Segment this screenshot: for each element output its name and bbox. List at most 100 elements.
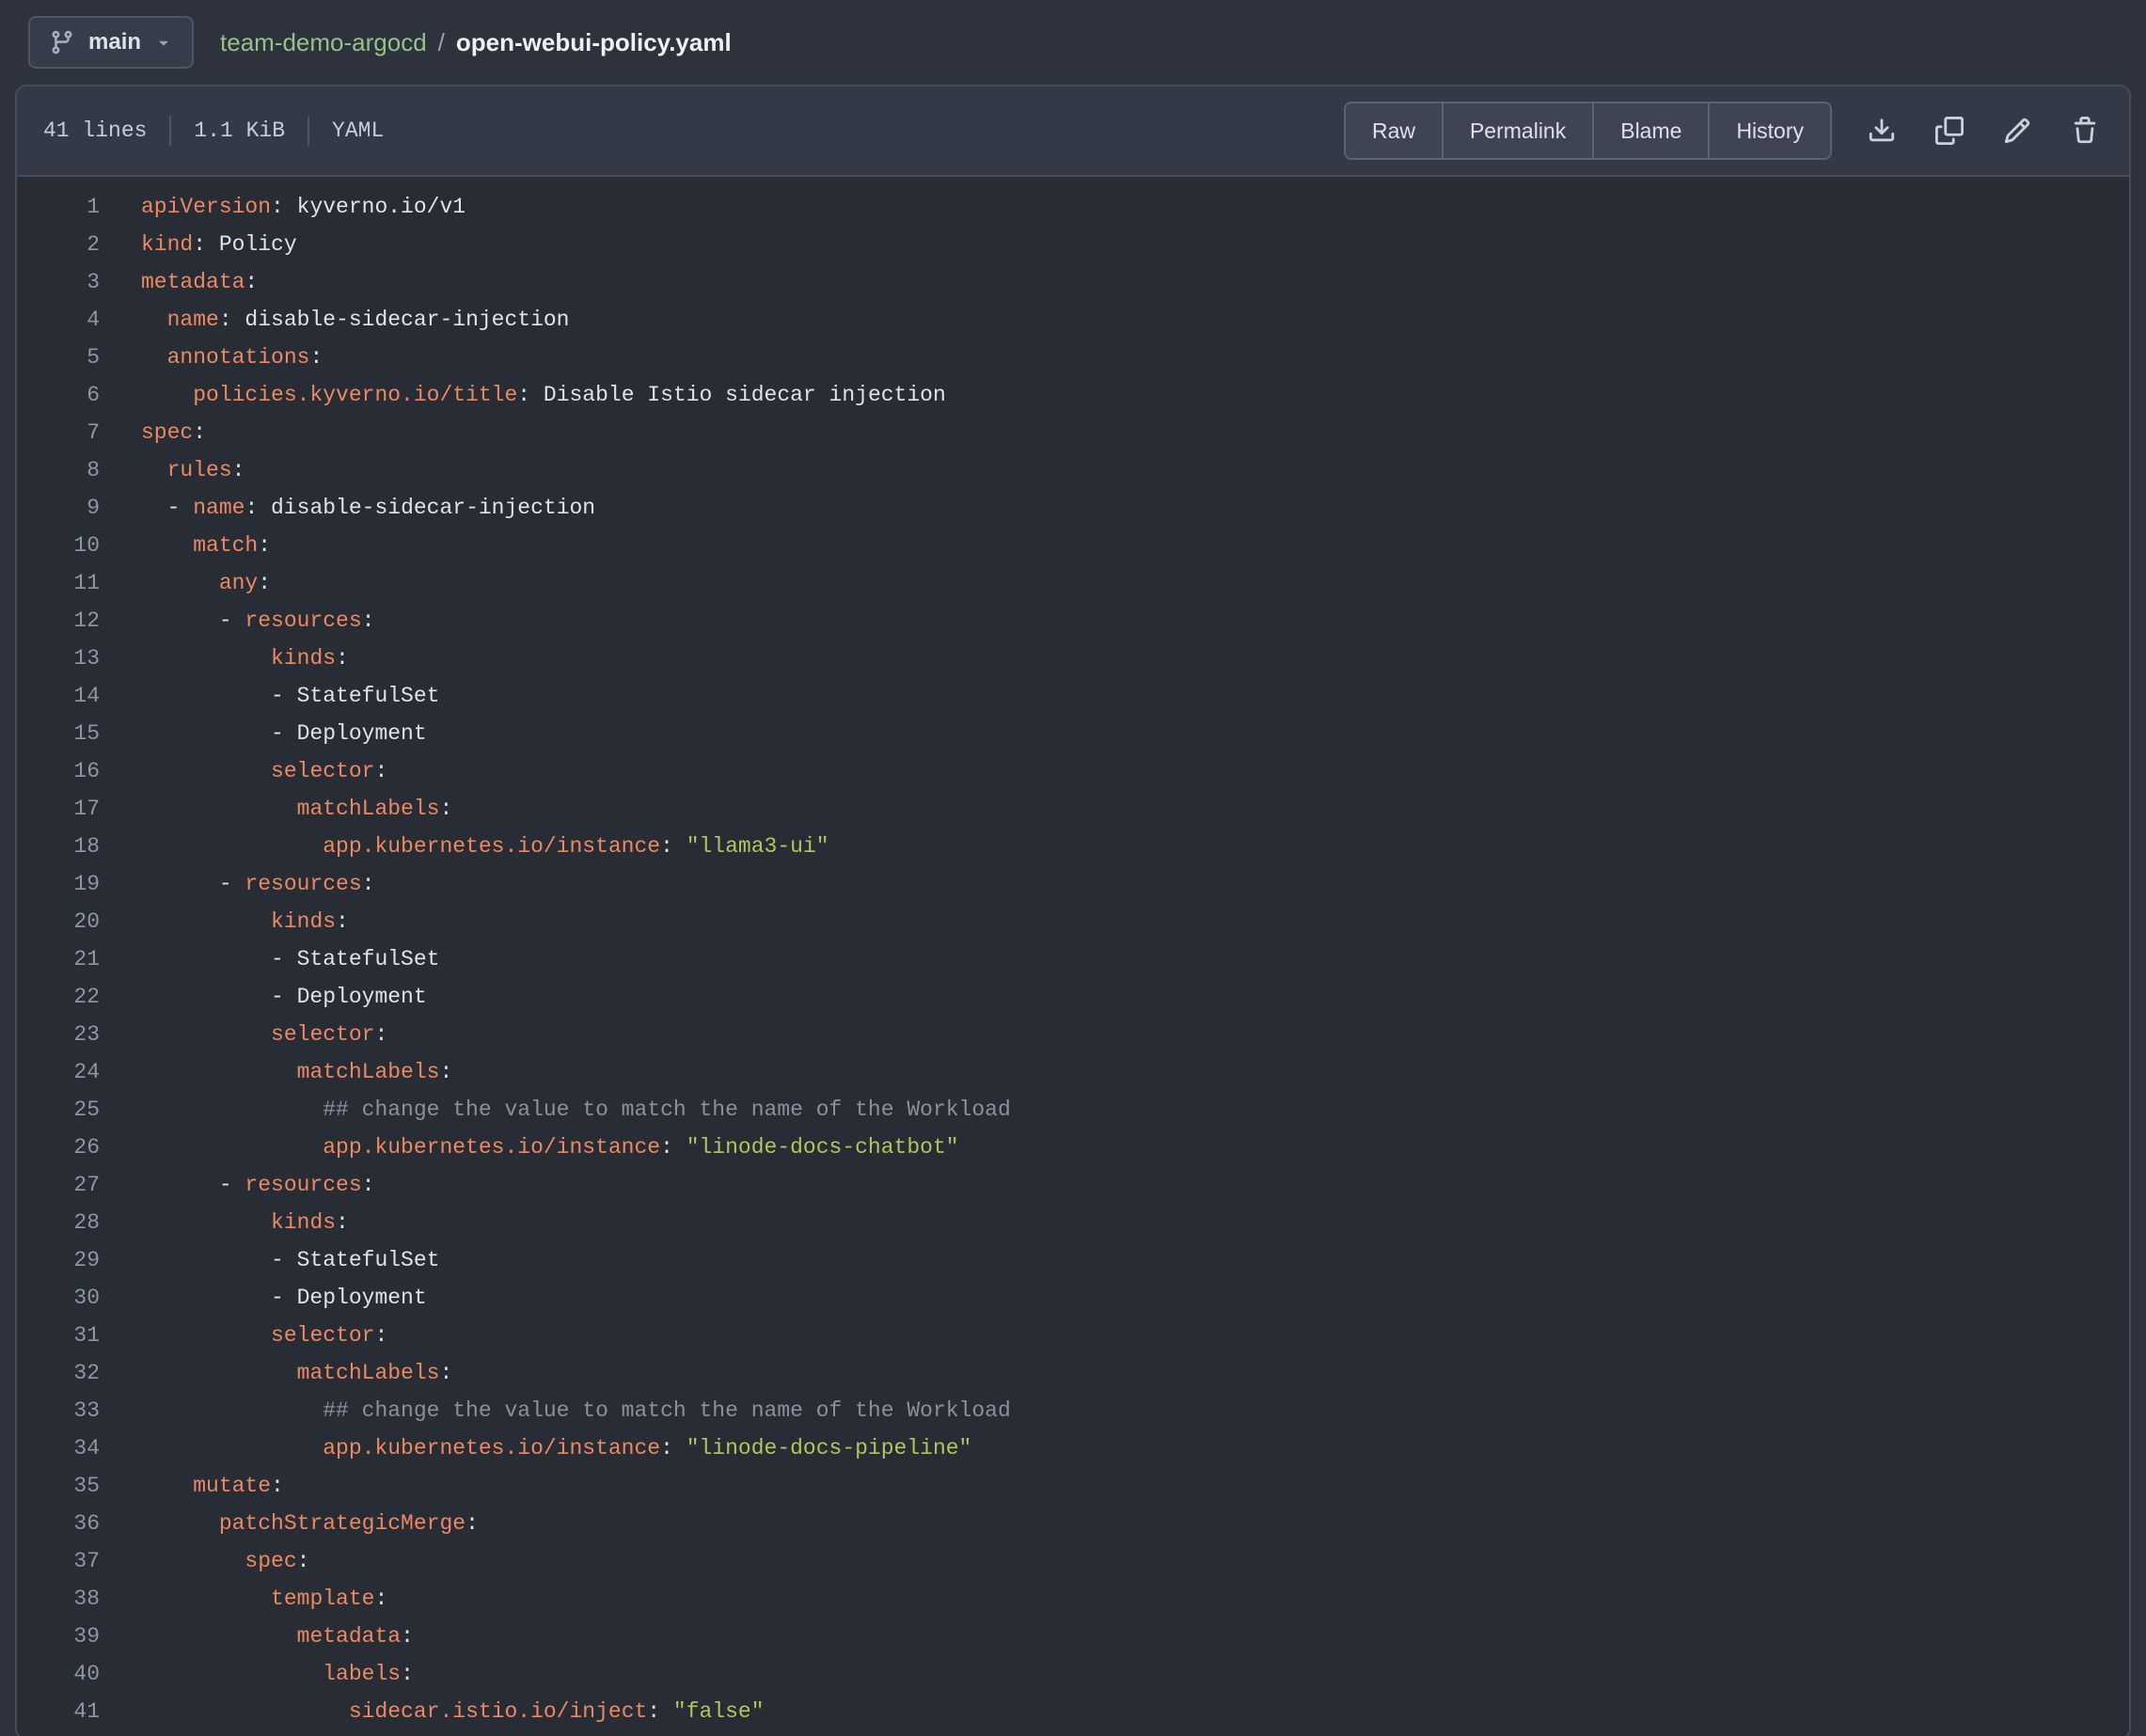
line-number[interactable]: 19 xyxy=(17,865,100,903)
line-number[interactable]: 10 xyxy=(17,527,100,564)
line-number[interactable]: 38 xyxy=(17,1580,100,1618)
code-line: 3metadata: xyxy=(17,263,2129,301)
blame-button[interactable]: Blame xyxy=(1592,103,1708,158)
code-line: 14 - StatefulSet xyxy=(17,677,2129,715)
delete-button[interactable] xyxy=(2067,113,2103,149)
download-button[interactable] xyxy=(1864,113,1900,149)
code-line: 39 metadata: xyxy=(17,1618,2129,1655)
line-content: policies.kyverno.io/title: Disable Istio… xyxy=(100,376,946,414)
raw-button[interactable]: Raw xyxy=(1346,103,1442,158)
code-line: 34 app.kubernetes.io/instance: "linode-d… xyxy=(17,1429,2129,1467)
line-number[interactable]: 8 xyxy=(17,451,100,489)
file-type: YAML xyxy=(332,118,384,143)
line-number[interactable]: 9 xyxy=(17,489,100,527)
file-meta: 41 lines 1.1 KiB YAML xyxy=(43,116,384,146)
line-content: rules: xyxy=(100,451,245,489)
code-line: 13 kinds: xyxy=(17,639,2129,677)
code-line: 19 - resources: xyxy=(17,865,2129,903)
edit-button[interactable] xyxy=(1999,113,2035,149)
file-view-button-group: Raw Permalink Blame History xyxy=(1344,102,1832,160)
line-number[interactable]: 2 xyxy=(17,226,100,263)
code-line: 7spec: xyxy=(17,414,2129,451)
line-number[interactable]: 7 xyxy=(17,414,100,451)
line-number[interactable]: 15 xyxy=(17,715,100,752)
line-content: - resources: xyxy=(100,1166,374,1204)
line-content: name: disable-sidecar-injection xyxy=(100,301,570,339)
line-content: patchStrategicMerge: xyxy=(100,1505,479,1542)
line-content: - Deployment xyxy=(100,715,427,752)
line-content: mutate: xyxy=(100,1467,284,1505)
git-branch-icon xyxy=(49,29,75,55)
permalink-button[interactable]: Permalink xyxy=(1442,103,1592,158)
copy-contents-button[interactable] xyxy=(1932,113,1967,149)
code-line: 40 labels: xyxy=(17,1655,2129,1693)
line-number[interactable]: 25 xyxy=(17,1091,100,1128)
line-number[interactable]: 23 xyxy=(17,1016,100,1053)
file-actions: Raw Permalink Blame History xyxy=(1344,102,2103,160)
line-number[interactable]: 5 xyxy=(17,339,100,376)
line-number[interactable]: 32 xyxy=(17,1354,100,1392)
code-line: 30 - Deployment xyxy=(17,1279,2129,1317)
line-number[interactable]: 29 xyxy=(17,1241,100,1279)
line-number[interactable]: 40 xyxy=(17,1655,100,1693)
code-line: 29 - StatefulSet xyxy=(17,1241,2129,1279)
line-number[interactable]: 16 xyxy=(17,752,100,790)
line-number[interactable]: 3 xyxy=(17,263,100,301)
line-number[interactable]: 27 xyxy=(17,1166,100,1204)
code-line: 2kind: Policy xyxy=(17,226,2129,263)
line-number[interactable]: 33 xyxy=(17,1392,100,1429)
breadcrumb-repo-link[interactable]: team-demo-argocd xyxy=(220,28,427,57)
line-number[interactable]: 17 xyxy=(17,790,100,828)
line-number[interactable]: 31 xyxy=(17,1317,100,1354)
code-line: 25 ## change the value to match the name… xyxy=(17,1091,2129,1128)
history-button[interactable]: History xyxy=(1708,103,1830,158)
code-line: 22 - Deployment xyxy=(17,978,2129,1016)
code-line: 37 spec: xyxy=(17,1542,2129,1580)
line-number[interactable]: 13 xyxy=(17,639,100,677)
line-number[interactable]: 1 xyxy=(17,188,100,226)
line-number[interactable]: 39 xyxy=(17,1618,100,1655)
line-content: matchLabels: xyxy=(100,1053,452,1091)
line-number[interactable]: 11 xyxy=(17,564,100,602)
line-number[interactable]: 12 xyxy=(17,602,100,639)
line-number[interactable]: 6 xyxy=(17,376,100,414)
line-content: app.kubernetes.io/instance: "linode-docs… xyxy=(100,1429,971,1467)
code-line: 32 matchLabels: xyxy=(17,1354,2129,1392)
line-number[interactable]: 20 xyxy=(17,903,100,940)
line-number[interactable]: 28 xyxy=(17,1204,100,1241)
line-number[interactable]: 35 xyxy=(17,1467,100,1505)
line-number[interactable]: 30 xyxy=(17,1279,100,1317)
line-content: any: xyxy=(100,564,271,602)
meta-divider xyxy=(308,116,309,146)
code-line: 23 selector: xyxy=(17,1016,2129,1053)
line-number[interactable]: 22 xyxy=(17,978,100,1016)
breadcrumb: team-demo-argocd / open-webui-policy.yam… xyxy=(220,28,732,57)
line-content: ## change the value to match the name of… xyxy=(100,1392,1011,1429)
line-content: matchLabels: xyxy=(100,1354,452,1392)
code-line: 27 - resources: xyxy=(17,1166,2129,1204)
line-number[interactable]: 26 xyxy=(17,1128,100,1166)
branch-selector[interactable]: main xyxy=(28,16,194,69)
file-header-bar: 41 lines 1.1 KiB YAML Raw Permalink Blam… xyxy=(17,87,2129,177)
delete-trash-icon xyxy=(2071,117,2099,145)
download-icon xyxy=(1868,117,1896,145)
code-line: 24 matchLabels: xyxy=(17,1053,2129,1091)
line-content: app.kubernetes.io/instance: "llama3-ui" xyxy=(100,828,829,865)
code-line: 33 ## change the value to match the name… xyxy=(17,1392,2129,1429)
line-number[interactable]: 14 xyxy=(17,677,100,715)
meta-divider xyxy=(169,116,171,146)
line-number[interactable]: 34 xyxy=(17,1429,100,1467)
line-number[interactable]: 37 xyxy=(17,1542,100,1580)
line-number[interactable]: 36 xyxy=(17,1505,100,1542)
code-line: 31 selector: xyxy=(17,1317,2129,1354)
code-line: 17 matchLabels: xyxy=(17,790,2129,828)
code-line: 26 app.kubernetes.io/instance: "linode-d… xyxy=(17,1128,2129,1166)
line-number[interactable]: 4 xyxy=(17,301,100,339)
line-number[interactable]: 41 xyxy=(17,1693,100,1730)
line-number[interactable]: 24 xyxy=(17,1053,100,1091)
code-line: 16 selector: xyxy=(17,752,2129,790)
line-content: apiVersion: kyverno.io/v1 xyxy=(100,188,465,226)
line-number[interactable]: 18 xyxy=(17,828,100,865)
code-line: 8 rules: xyxy=(17,451,2129,489)
line-number[interactable]: 21 xyxy=(17,940,100,978)
